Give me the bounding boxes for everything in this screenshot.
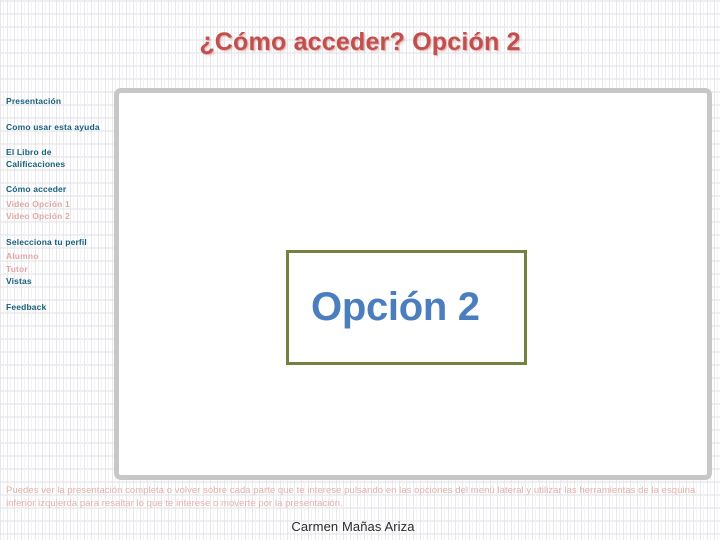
author-credit: Carmen Mañas Ariza bbox=[291, 519, 415, 534]
sidebar-item-el-libro-de-calificaciones[interactable]: El Libro de Calificaciones bbox=[6, 147, 108, 170]
sidebar-item-selecciona-tu-perfil[interactable]: Selecciona tu perfil bbox=[6, 237, 108, 249]
sidebar-item-tutor[interactable]: Tutor bbox=[6, 264, 108, 276]
sidebar-item-vistas[interactable]: Vistas bbox=[6, 276, 108, 288]
sidebar-item-como-usar-esta-ayuda[interactable]: Como usar esta ayuda bbox=[6, 122, 108, 134]
sidebar-item-video-opcion-1[interactable]: Video Opción 1 bbox=[6, 199, 108, 211]
presentation-slide: ¿Cómo acceder? Opción 2 Presentación Com… bbox=[0, 0, 720, 540]
sidebar-item-video-opcion-2[interactable]: Video Opción 2 bbox=[6, 211, 108, 223]
option-2-callout-box: Opción 2 bbox=[286, 250, 527, 365]
page-title: ¿Cómo acceder? Opción 2 bbox=[199, 28, 521, 56]
option-2-label: Opción 2 bbox=[311, 285, 480, 329]
sidebar-item-presentacion[interactable]: Presentación bbox=[6, 96, 108, 108]
sidebar-menu: Presentación Como usar esta ayuda El Lib… bbox=[6, 96, 108, 313]
footer-instructions: Puedes ver la presentación completa o vo… bbox=[6, 485, 696, 509]
sidebar-item-feedback[interactable]: Feedback bbox=[6, 302, 108, 314]
sidebar-item-como-acceder[interactable]: Cómo acceder bbox=[6, 184, 108, 196]
sidebar-item-alumno[interactable]: Alumno bbox=[6, 251, 108, 263]
